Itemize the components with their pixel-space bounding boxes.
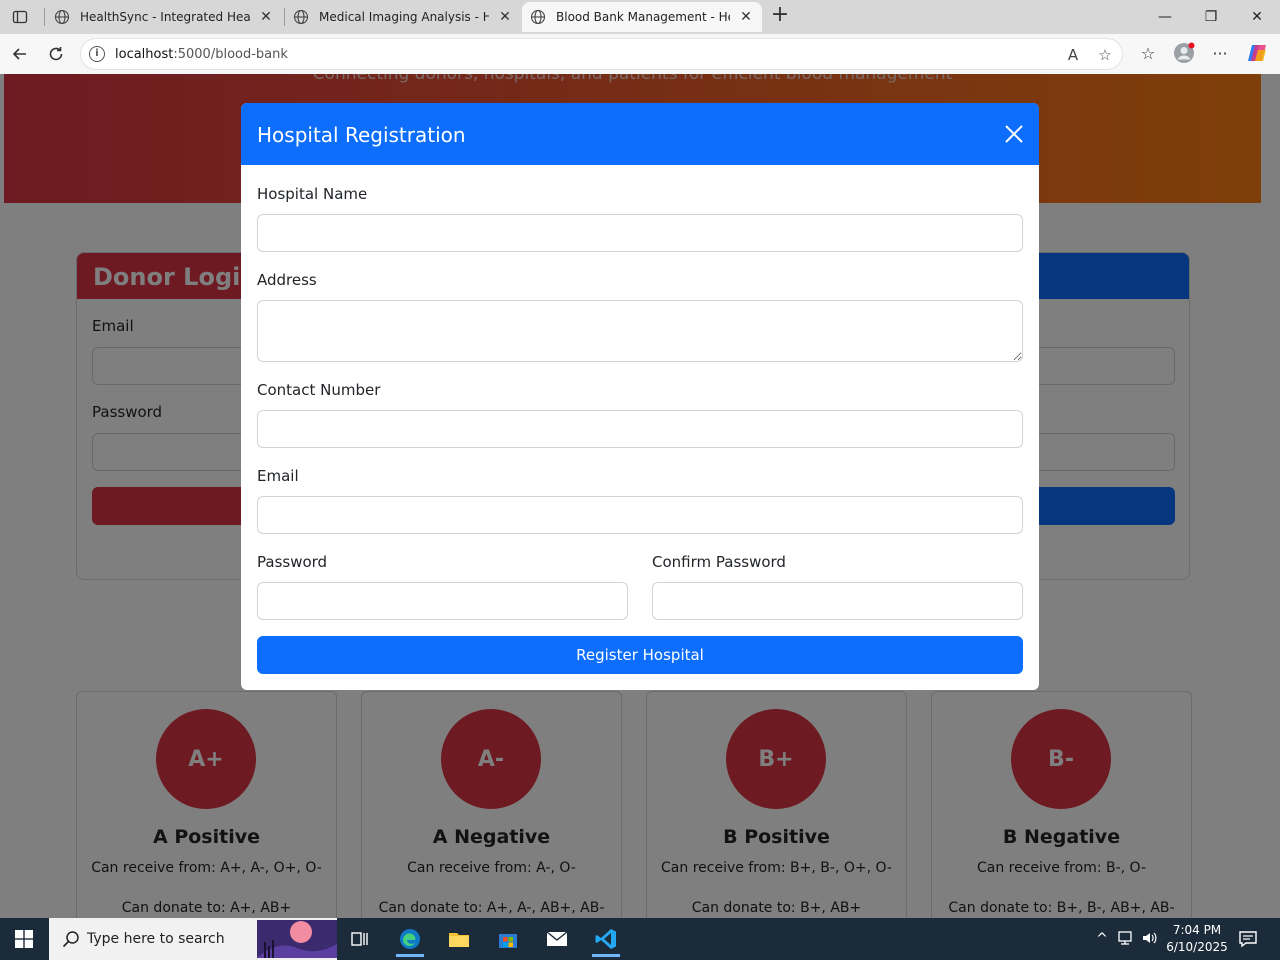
profile-avatar-icon[interactable] (1172, 42, 1196, 66)
windows-start-icon[interactable] (0, 918, 48, 960)
tab-title: HealthSync - Integrated Healthcare (80, 10, 250, 24)
browser-toolbar: i localhost:5000/blood-bank A ☆ ☆ ··· (0, 34, 1280, 74)
reload-icon[interactable] (44, 42, 68, 66)
favorite-star-icon[interactable]: ☆ (1095, 45, 1115, 65)
more-options-icon[interactable]: ··· (1208, 42, 1232, 66)
back-arrow-icon[interactable] (8, 42, 32, 66)
hospital-name-input[interactable] (257, 214, 1023, 252)
copilot-icon[interactable] (1245, 42, 1269, 66)
modal-title: Hospital Registration (257, 123, 466, 147)
register-hospital-button[interactable]: Register Hospital (257, 636, 1023, 674)
browser-tab-healthsync[interactable]: HealthSync - Integrated Healthcare ✕ (46, 2, 282, 32)
edge-browser-icon[interactable] (390, 921, 430, 957)
search-highlight-illustration-icon (257, 920, 337, 958)
password-label: Password (257, 553, 328, 571)
microsoft-store-icon[interactable] (488, 921, 528, 957)
favorites-icon[interactable]: ☆ (1136, 42, 1160, 66)
contact-number-input[interactable] (257, 410, 1023, 448)
address-bar[interactable]: i localhost:5000/blood-bank A ☆ (80, 38, 1123, 70)
address-textarea[interactable] (257, 300, 1023, 362)
close-tab-icon[interactable]: ✕ (258, 9, 274, 25)
minimize-window-icon[interactable]: — (1142, 4, 1188, 30)
hospital-registration-modal: Hospital Registration Hospital Name Addr… (241, 103, 1039, 690)
search-icon (62, 931, 79, 948)
show-hidden-icons-icon[interactable]: ^ (1092, 929, 1112, 949)
volume-icon[interactable] (1140, 929, 1160, 949)
globe-icon (530, 9, 546, 25)
confirm-password-label: Confirm Password (652, 553, 786, 571)
tab-actions-icon[interactable] (8, 5, 32, 29)
system-clock[interactable]: 7:04 PM 6/10/2025 (1160, 922, 1234, 956)
windows-taskbar: Type here to search ^ 7:04 PM 6/10/2025 (0, 918, 1280, 960)
vscode-icon[interactable] (586, 921, 626, 957)
tab-title: Blood Bank Management - HealthSync (556, 10, 730, 24)
browser-tab-imaging[interactable]: Medical Imaging Analysis - HealthSync ✕ (285, 2, 521, 32)
clock-date: 6/10/2025 (1166, 940, 1228, 954)
password-input[interactable] (257, 582, 628, 620)
globe-icon (293, 9, 309, 25)
email-label: Email (257, 467, 299, 485)
url-text: localhost:5000/blood-bank (115, 47, 288, 62)
restore-window-icon[interactable]: ❐ (1188, 4, 1234, 30)
address-label: Address (257, 271, 317, 289)
globe-icon (54, 9, 70, 25)
page-viewport: Connecting donors, hospitals, and patien… (0, 74, 1280, 918)
clock-time: 7:04 PM (1172, 923, 1222, 937)
tab-separator (44, 8, 45, 26)
taskbar-search-box[interactable]: Type here to search (49, 918, 337, 960)
modal-header: Hospital Registration (241, 103, 1039, 165)
close-tab-icon[interactable]: ✕ (497, 9, 513, 25)
mail-icon[interactable] (537, 921, 577, 957)
contact-number-label: Contact Number (257, 381, 381, 399)
search-placeholder: Type here to search (87, 931, 225, 947)
new-tab-icon[interactable]: + (768, 4, 792, 28)
site-info-icon[interactable]: i (89, 46, 105, 62)
confirm-password-input[interactable] (652, 582, 1023, 620)
task-view-icon[interactable] (340, 921, 380, 957)
browser-tab-bar: HealthSync - Integrated Healthcare ✕ Med… (0, 0, 1280, 34)
browser-tab-blood-bank[interactable]: Blood Bank Management - HealthSync ✕ (522, 2, 762, 32)
notifications-icon[interactable] (1238, 929, 1258, 949)
close-icon[interactable] (1003, 123, 1025, 145)
network-icon[interactable] (1116, 929, 1136, 949)
read-aloud-icon[interactable]: A (1063, 45, 1083, 65)
email-input[interactable] (257, 496, 1023, 534)
file-explorer-icon[interactable] (439, 921, 479, 957)
tab-title: Medical Imaging Analysis - HealthSync (319, 10, 489, 24)
hospital-name-label: Hospital Name (257, 185, 368, 203)
close-window-icon[interactable]: ✕ (1234, 4, 1280, 30)
close-tab-icon[interactable]: ✕ (738, 9, 754, 25)
